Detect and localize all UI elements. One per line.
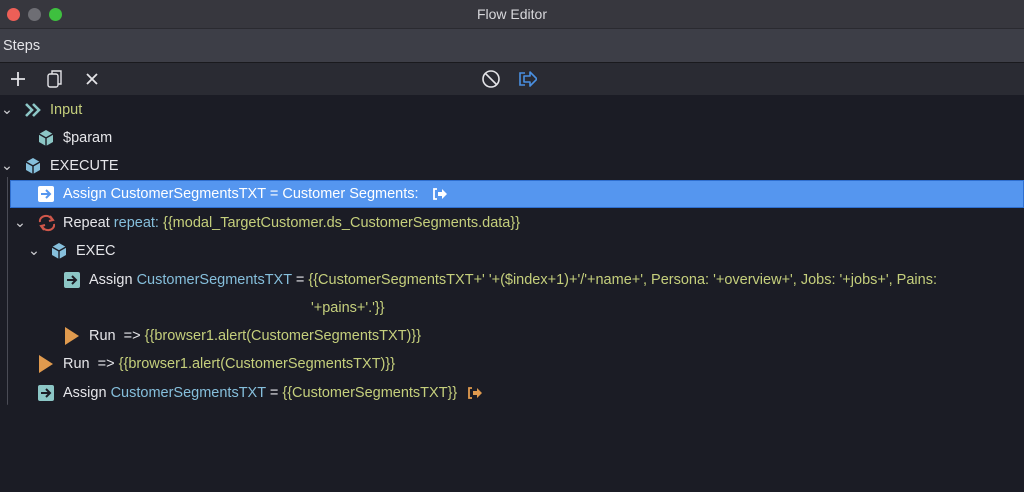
assign-arrow-icon bbox=[63, 271, 81, 289]
copy-step-button[interactable] bbox=[45, 69, 65, 89]
disable-step-button[interactable] bbox=[481, 69, 501, 89]
assign-arrow-icon bbox=[37, 384, 55, 402]
item-label: EXEC bbox=[76, 243, 116, 259]
item-label: Input bbox=[50, 102, 83, 118]
repeat-icon bbox=[37, 214, 55, 232]
title-bar: Flow Editor bbox=[0, 0, 1024, 29]
assign-value: {{CustomerSegmentsTXT}} bbox=[282, 385, 458, 401]
tree-item-assign-selected[interactable]: Assign CustomerSegmentsTXT = Customer Se… bbox=[10, 180, 1024, 208]
assign-arrow-icon bbox=[37, 185, 55, 203]
exit-icon bbox=[466, 384, 484, 402]
cube-icon bbox=[37, 129, 55, 147]
assign-text: CustomerSegmentsTXT = Customer Segments: bbox=[110, 186, 419, 202]
item-label: $param bbox=[63, 130, 113, 146]
tree-item-repeat[interactable]: ⌄ Repeat repeat: {{modal_TargetCustomer.… bbox=[0, 209, 1024, 237]
assign-keyword: Assign bbox=[63, 186, 107, 202]
toolbar bbox=[0, 63, 1024, 95]
tree-item-assign-loop[interactable]: Assign CustomerSegmentsTXT = {{CustomerS… bbox=[0, 266, 1024, 294]
tree-item-exec[interactable]: ⌄ EXEC bbox=[0, 237, 1024, 265]
plus-icon bbox=[11, 72, 25, 86]
item-label: EXECUTE bbox=[50, 158, 119, 174]
assign-var: CustomerSegmentsTXT bbox=[136, 272, 292, 288]
run-value: {{browser1.alert(CustomerSegmentsTXT)}} bbox=[118, 356, 396, 372]
assign-keyword: Assign bbox=[89, 272, 133, 288]
copy-icon bbox=[47, 70, 62, 88]
repeat-attr: repeat: bbox=[113, 215, 159, 231]
assign-value: {{CustomerSegmentsTXT+' '+($index+1)+'/'… bbox=[308, 272, 937, 288]
tree-item-assign-loop-cont: '+pains+'.'}} bbox=[0, 294, 1024, 322]
equals-sign: = bbox=[295, 272, 305, 288]
play-icon bbox=[37, 355, 55, 373]
window-title: Flow Editor bbox=[476, 6, 548, 22]
repeat-value: {{modal_TargetCustomer.ds_CustomerSegmen… bbox=[162, 215, 521, 231]
exit-icon bbox=[431, 185, 449, 203]
chevron-down-icon[interactable]: ⌄ bbox=[13, 215, 27, 231]
steps-header: Steps bbox=[0, 29, 1024, 63]
assign-keyword: Assign bbox=[63, 385, 107, 401]
run-value: {{browser1.alert(CustomerSegmentsTXT)}} bbox=[144, 328, 422, 344]
run-keyword: Run bbox=[89, 328, 116, 344]
cube-icon bbox=[24, 157, 42, 175]
exit-arrow-icon bbox=[519, 71, 537, 87]
equals-sign: = bbox=[269, 385, 279, 401]
delete-step-button[interactable] bbox=[82, 69, 102, 89]
tree-item-input[interactable]: ⌄ Input bbox=[0, 96, 1024, 124]
assign-value-continued: '+pains+'.'}} bbox=[311, 300, 385, 316]
tree-item-run[interactable]: Run => {{browser1.alert(CustomerSegments… bbox=[0, 350, 1024, 378]
chevron-down-icon[interactable]: ⌄ bbox=[0, 102, 14, 118]
assign-var: CustomerSegmentsTXT bbox=[110, 385, 266, 401]
play-icon bbox=[63, 327, 81, 345]
close-icon bbox=[86, 73, 98, 85]
tree-item-param[interactable]: $param bbox=[0, 124, 1024, 152]
chevron-down-icon[interactable]: ⌄ bbox=[27, 243, 41, 259]
double-chevron-icon bbox=[23, 101, 41, 119]
run-keyword: Run bbox=[63, 356, 90, 372]
ban-icon bbox=[482, 70, 500, 88]
add-step-button[interactable] bbox=[8, 69, 28, 89]
run-arrow: => bbox=[97, 356, 115, 372]
tree-item-run-inner[interactable]: Run => {{browser1.alert(CustomerSegments… bbox=[0, 322, 1024, 350]
repeat-keyword: Repeat bbox=[63, 215, 110, 231]
cube-icon bbox=[50, 242, 68, 260]
exit-step-button[interactable] bbox=[517, 69, 537, 89]
chevron-down-icon[interactable]: ⌄ bbox=[0, 158, 14, 174]
tree-item-execute[interactable]: ⌄ EXECUTE bbox=[0, 152, 1024, 180]
run-arrow: => bbox=[123, 328, 141, 344]
tree-item-assign-final[interactable]: Assign CustomerSegmentsTXT = {{CustomerS… bbox=[0, 379, 1024, 407]
